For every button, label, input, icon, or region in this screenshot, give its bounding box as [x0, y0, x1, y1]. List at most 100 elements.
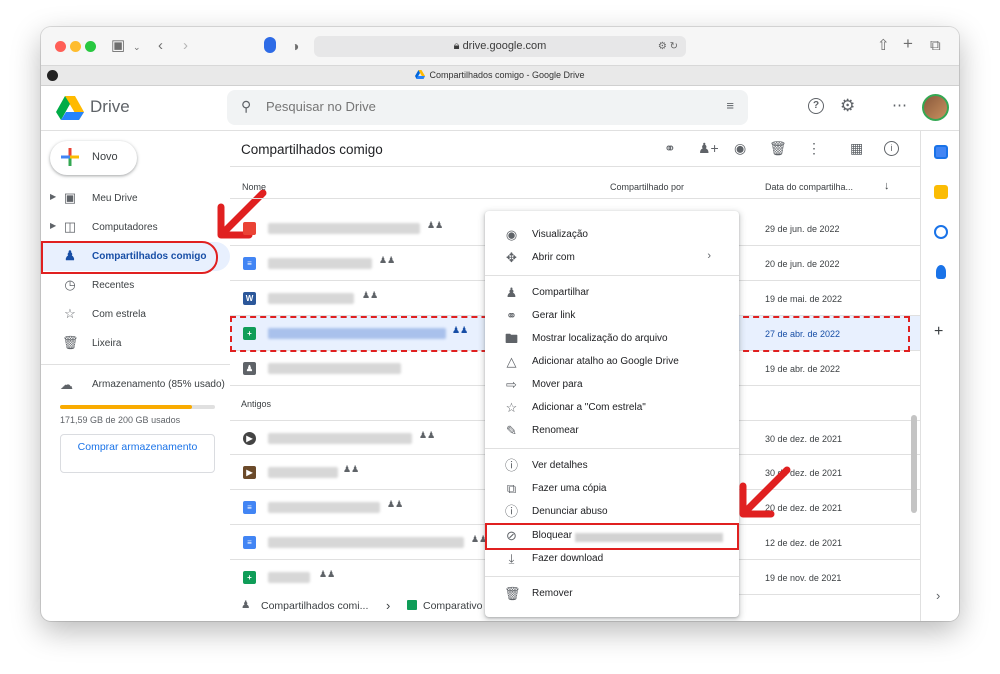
column-header-row: Nome Compartilhado por Data do compartil…: [230, 166, 920, 199]
share-person-icon[interactable]: ♟+: [698, 140, 719, 157]
menu-item-show-location[interactable]: 🖿︎ Mostrar localização do arquivo: [485, 327, 739, 350]
more-vert-icon[interactable]: ⋮: [807, 140, 821, 157]
menu-item-label: Mover para: [532, 379, 583, 390]
eye-icon[interactable]: ◉: [734, 140, 746, 157]
menu-item-get-link[interactable]: ⚭ Gerar link: [485, 304, 739, 327]
drive-favicon-icon: [415, 70, 426, 79]
menu-item-make-copy[interactable]: ⧉ Fazer uma cópia: [485, 477, 739, 500]
column-shared-by[interactable]: Compartilhado por: [610, 182, 684, 192]
blurred-file-name: [268, 293, 354, 304]
menu-item-rename[interactable]: ✎ Renomear: [485, 419, 739, 442]
shared-icon: ♟♟: [362, 290, 379, 300]
chevron-right-icon[interactable]: ›: [936, 588, 940, 603]
storage-used-text: 171,59 GB de 200 GB usados: [60, 415, 181, 425]
shield-icon[interactable]: ◑: [291, 36, 299, 56]
trash-icon: 🗑︎: [504, 586, 521, 601]
copy-icon: ⧉: [506, 481, 517, 496]
chevron-down-icon[interactable]: ⌄: [133, 37, 141, 57]
red-arrow-annotation: [739, 466, 791, 518]
search-options-icon[interactable]: ≡: [726, 98, 734, 113]
sort-arrow-icon[interactable]: ↓: [884, 180, 890, 192]
new-tab-icon[interactable]: +: [903, 34, 913, 54]
apps-grid-icon[interactable]: ⋯: [892, 96, 907, 114]
share-icon[interactable]: ⇧: [877, 36, 890, 56]
link-icon[interactable]: ⚭: [664, 140, 676, 157]
row-date: 12 de dez. de 2021: [765, 538, 843, 548]
menu-item-download[interactable]: ⤓ Fazer download: [485, 547, 739, 570]
column-name[interactable]: Nome: [242, 182, 266, 192]
breadcrumb-item[interactable]: Comparativo: [423, 600, 483, 612]
tab-overview-icon[interactable]: ⧉: [930, 36, 941, 56]
clock-icon: ◷: [64, 277, 76, 292]
grid-view-icon[interactable]: ▦: [850, 140, 863, 157]
privacy-extension-icon[interactable]: [264, 37, 276, 53]
menu-item-label: Denunciar abuso: [532, 506, 608, 517]
menu-item-star[interactable]: ☆ Adicionar a "Com estrela": [485, 396, 739, 419]
info-icon[interactable]: i: [884, 141, 899, 156]
menu-item-report-abuse[interactable]: ⓘ Denunciar abuso: [485, 500, 739, 523]
sidebar-item-label: Meu Drive: [92, 193, 138, 204]
minimize-window-button[interactable]: [70, 41, 81, 52]
menu-item-open-with[interactable]: ✥ Abrir com ›: [485, 246, 739, 269]
settings-gear-icon[interactable]: ⚙: [840, 96, 855, 116]
menu-item-label: Renomear: [532, 425, 579, 436]
my-drive-icon: ▣: [63, 190, 77, 205]
storage-item[interactable]: ☁ Armazenamento (85% usado): [41, 374, 230, 396]
contacts-icon[interactable]: [936, 265, 946, 279]
sidebar-item-recent[interactable]: ◷ Recentes: [41, 271, 230, 300]
trash-icon[interactable]: 🗑︎: [769, 140, 787, 157]
sidebar-item-my-drive[interactable]: ▶ ▣ Meu Drive: [41, 184, 230, 213]
scrollbar[interactable]: [911, 415, 917, 513]
menu-item-move-to[interactable]: ⇨ Mover para: [485, 373, 739, 396]
move-to-icon: ⇨: [506, 377, 517, 392]
menu-item-details[interactable]: ⓘ Ver detalhes: [485, 454, 739, 477]
expand-caret-icon[interactable]: ▶: [50, 221, 56, 230]
blurred-file-name: [268, 537, 464, 548]
keep-icon[interactable]: [934, 185, 948, 199]
menu-item-remove[interactable]: 🗑︎ Remover: [485, 582, 739, 605]
section-title: Antigos: [241, 399, 272, 409]
computers-icon: ◫: [63, 219, 77, 234]
close-window-button[interactable]: [55, 41, 66, 52]
calendar-icon[interactable]: [934, 145, 948, 159]
highlight-annotation: [485, 523, 739, 550]
tab-active[interactable]: Compartilhados comigo - Google Drive: [41, 70, 959, 80]
trash-icon: 🗑︎: [62, 335, 79, 350]
new-button[interactable]: Novo: [50, 141, 137, 175]
menu-item-label: Adicionar atalho ao Google Drive: [532, 356, 679, 367]
chevron-right-icon: ›: [386, 598, 391, 613]
back-icon[interactable]: ‹: [158, 36, 163, 56]
search-bar[interactable]: ⚲ ≡: [227, 90, 748, 125]
sidebar-toggle-icon[interactable]: ▣: [111, 36, 125, 56]
row-date: 19 de abr. de 2022: [765, 364, 841, 374]
buy-storage-button[interactable]: Comprar armazenamento: [60, 434, 215, 473]
expand-caret-icon[interactable]: ▶: [50, 192, 56, 201]
sidebar-item-computers[interactable]: ▶ ◫ Computadores: [41, 213, 230, 242]
context-menu: ◉ Visualização ✥ Abrir com › ♟ Compartil…: [485, 211, 739, 617]
menu-item-share[interactable]: ♟ Compartilhar: [485, 281, 739, 304]
address-bar[interactable]: 🔒︎ drive.google.com ⚙︎ ↻: [314, 36, 686, 57]
sidebar-item-label: Recentes: [92, 280, 135, 291]
zoom-window-button[interactable]: [85, 41, 96, 52]
reload-icon[interactable]: ⚙︎ ↻: [658, 36, 678, 57]
tasks-icon[interactable]: [934, 225, 948, 239]
add-addon-icon[interactable]: +: [934, 323, 943, 341]
search-icon[interactable]: ⚲: [241, 98, 251, 115]
sidebar-item-starred[interactable]: ☆ Com estrela: [41, 300, 230, 329]
drive-logo-icon[interactable]: [56, 96, 84, 120]
blurred-file-name: [268, 433, 412, 444]
search-input[interactable]: [266, 99, 666, 114]
logo-text[interactable]: Drive: [90, 97, 130, 117]
cloud-icon: ☁: [60, 377, 73, 392]
menu-item-preview[interactable]: ◉ Visualização: [485, 223, 739, 246]
avatar[interactable]: [922, 94, 949, 121]
menu-item-add-shortcut[interactable]: △ Adicionar atalho ao Google Drive: [485, 350, 739, 373]
storage-progress-fill: [60, 405, 192, 409]
forward-icon[interactable]: ›: [183, 36, 188, 56]
breadcrumb-item[interactable]: Compartilhados comi...: [261, 600, 368, 612]
sidebar-item-trash[interactable]: 🗑︎ Lixeira: [41, 329, 230, 358]
report-icon: ⓘ: [504, 504, 518, 519]
help-icon[interactable]: ?: [808, 98, 824, 114]
blurred-file-name: [268, 572, 310, 583]
column-date[interactable]: Data do compartilha...: [765, 182, 853, 192]
